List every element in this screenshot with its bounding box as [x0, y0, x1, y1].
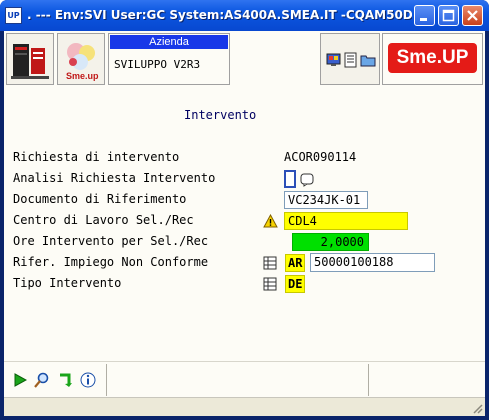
- label-centro-lavoro: Centro di Lavoro Sel./Rec: [13, 213, 194, 227]
- action-bar-separator: [106, 364, 107, 396]
- document-list-icon[interactable]: [343, 52, 359, 68]
- rifer-impiego-field[interactable]: 50000100188: [310, 253, 435, 272]
- tipo-intervento-code[interactable]: DE: [285, 275, 305, 293]
- smeup-logo-panel: Sme.UP: [382, 33, 483, 85]
- tools-panel: [320, 33, 380, 85]
- folder-icon[interactable]: [360, 52, 376, 68]
- analisi-richiesta-input[interactable]: [284, 170, 296, 188]
- label-tipo-intervento: Tipo Intervento: [13, 276, 122, 290]
- warning-icon: [263, 213, 278, 228]
- grid-lookup-icon: [263, 256, 277, 270]
- action-bar: [4, 361, 485, 397]
- grid-lookup-icon: [263, 277, 277, 291]
- label-analisi-richiesta: Analisi Richiesta Intervento: [13, 171, 216, 185]
- smeup-logo: Sme.UP: [388, 43, 477, 73]
- note-button[interactable]: [300, 172, 314, 187]
- smeup-small-logo-text: Sme.up: [66, 71, 99, 81]
- window-title: . --- Env:SVI User:GC System:AS400A.SMEA…: [27, 8, 412, 22]
- close-button[interactable]: [462, 5, 483, 26]
- value-richiesta-intervento: ACOR090114: [284, 150, 357, 164]
- azienda-label: Azienda: [110, 35, 228, 49]
- label-ore-intervento: Ore Intervento per Sel./Rec: [13, 234, 209, 248]
- ore-intervento-field[interactable]: 2,0000: [292, 233, 369, 251]
- lookup-button-2[interactable]: [263, 276, 277, 291]
- status-bar: [4, 397, 485, 416]
- lookup-button[interactable]: [263, 255, 277, 270]
- close-icon: [467, 10, 478, 21]
- host-session-button[interactable]: [6, 33, 54, 85]
- info-icon[interactable]: [80, 372, 96, 388]
- label-documento-riferimento: Documento di Riferimento: [13, 192, 187, 206]
- azienda-panel: Azienda SVILUPPO V2R3: [108, 33, 230, 85]
- documento-riferimento-field[interactable]: VC234JK-01: [284, 191, 368, 209]
- header-toolbar: Sme.up Azienda SVILUPPO V2R3 Sme.UP: [4, 31, 485, 87]
- smeup-small-logo-button[interactable]: Sme.up: [57, 33, 105, 85]
- label-richiesta-intervento: Richiesta di intervento: [13, 150, 180, 164]
- refresh-arrow-icon[interactable]: [57, 372, 73, 388]
- application-window: UP . --- Env:SVI User:GC System:AS400A.S…: [0, 0, 489, 420]
- action-bar-separator: [368, 364, 369, 396]
- minimize-icon: [420, 18, 427, 21]
- warning-button[interactable]: [263, 213, 278, 228]
- search-icon[interactable]: [34, 372, 50, 388]
- maximize-icon: [442, 9, 455, 22]
- app-icon[interactable]: UP: [5, 7, 22, 24]
- monitor-icon[interactable]: [326, 52, 342, 68]
- form-title: Intervento: [184, 108, 257, 122]
- title-bar[interactable]: UP . --- Env:SVI User:GC System:AS400A.S…: [0, 0, 489, 31]
- centro-lavoro-field[interactable]: CDL4: [284, 212, 408, 230]
- minimize-button[interactable]: [414, 5, 435, 26]
- client-area: Sme.up Azienda SVILUPPO V2R3 Sme.UP Inte…: [4, 31, 485, 416]
- maximize-button[interactable]: [438, 5, 459, 26]
- resize-grip-icon[interactable]: [471, 402, 483, 414]
- label-rifer-impiego: Rifer. Impiego Non Conforme: [13, 255, 209, 269]
- azienda-value: SVILUPPO V2R3: [114, 58, 201, 71]
- play-icon[interactable]: [13, 373, 27, 387]
- rifer-impiego-code[interactable]: AR: [285, 254, 305, 272]
- note-icon: [300, 173, 314, 187]
- server-machine-icon: [11, 44, 49, 79]
